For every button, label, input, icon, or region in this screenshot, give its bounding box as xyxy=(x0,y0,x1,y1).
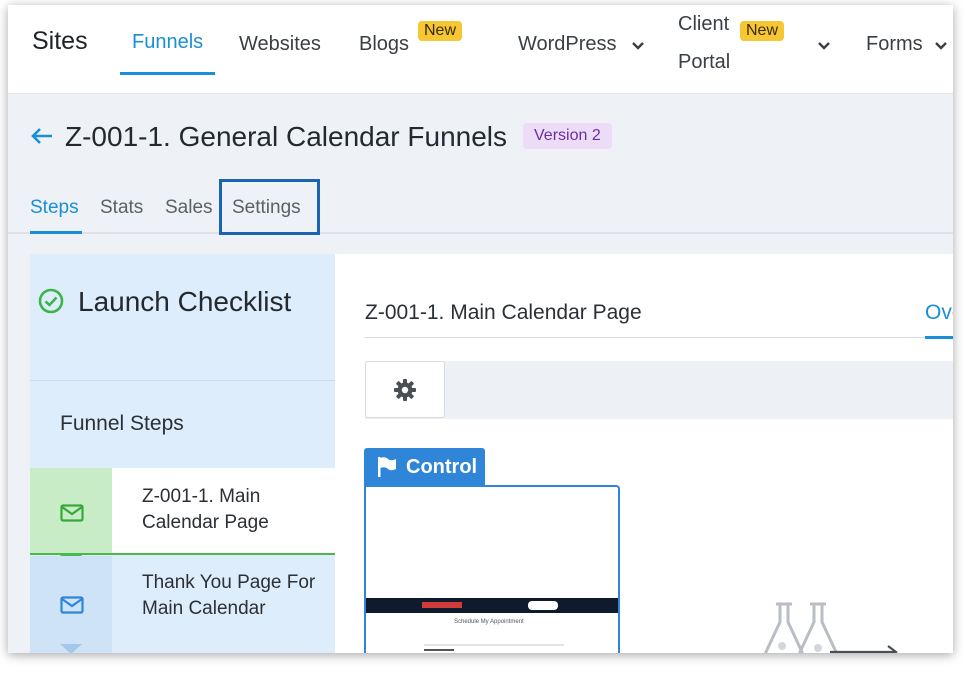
settings-highlight-box xyxy=(219,179,320,235)
nav-funnels[interactable]: Funnels xyxy=(132,31,203,54)
thumbnail-line xyxy=(424,649,454,651)
thumbnail-line xyxy=(424,644,564,646)
page-title: Z-001-1. General Calendar Funnels xyxy=(65,121,508,152)
sidebar-step-main-calendar[interactable]: Z-001-1. Main Calendar Page xyxy=(112,468,335,554)
chevron-down-icon[interactable] xyxy=(816,38,832,54)
step-icon-strip-active[interactable] xyxy=(30,468,112,554)
mail-icon xyxy=(60,504,84,522)
blogs-new-badge: New xyxy=(418,21,463,41)
tab-steps[interactable]: Steps xyxy=(30,197,79,219)
tab-stats[interactable]: Stats xyxy=(100,197,143,219)
step-icon-strip[interactable] xyxy=(30,556,112,653)
page-thumbnail[interactable]: Schedule My Appointment xyxy=(364,485,620,653)
split-test-flask-icon xyxy=(764,602,898,653)
launch-checklist-label: Launch Checklist xyxy=(78,286,292,317)
step-title: Z-001-1. Main Calendar Page xyxy=(365,301,642,324)
nav-blogs[interactable]: Blogs xyxy=(359,33,409,56)
sidebar-step-thank-you[interactable]: Thank You Page For Main Calendar xyxy=(142,570,322,622)
app-frame: Sites Funnels Websites Blogs New WordPre… xyxy=(8,5,953,653)
thumbnail-button xyxy=(528,601,558,610)
flag-icon xyxy=(378,457,396,477)
title-divider xyxy=(365,337,925,338)
nav-brand: Sites xyxy=(32,27,88,55)
thumbnail-subtitle: Schedule My Appointment xyxy=(454,619,524,625)
thumbnail-header-bar xyxy=(366,598,618,613)
funnel-steps-heading: Funnel Steps xyxy=(60,412,184,435)
nav-active-underline xyxy=(120,72,215,75)
mail-icon xyxy=(60,596,84,614)
tab-sales[interactable]: Sales xyxy=(165,197,213,219)
chevron-down-icon[interactable] xyxy=(630,38,646,54)
top-nav: Sites Funnels Websites Blogs New WordPre… xyxy=(8,5,953,94)
nav-client-portal-line2[interactable]: Portal xyxy=(678,51,730,74)
check-circle-icon xyxy=(38,288,64,314)
control-variant-tab[interactable]: Control xyxy=(364,448,485,486)
tab-overview[interactable]: Ove xyxy=(925,301,953,325)
tab-active-underline xyxy=(30,231,82,234)
funnel-header xyxy=(8,94,953,234)
step-label: Z-001-1. Main Calendar Page xyxy=(142,486,269,533)
launch-checklist[interactable]: Launch Checklist xyxy=(38,284,298,319)
nav-wordpress[interactable]: WordPress xyxy=(518,33,617,56)
toolbar xyxy=(365,361,953,419)
back-arrow-icon[interactable] xyxy=(30,127,54,145)
nav-forms[interactable]: Forms xyxy=(866,33,923,56)
thumbnail-logo xyxy=(422,602,462,608)
sidebar-divider xyxy=(30,380,335,381)
step-pointer xyxy=(60,644,82,653)
gear-icon xyxy=(394,379,416,401)
nav-websites[interactable]: Websites xyxy=(239,33,321,56)
nav-client-portal-line1[interactable]: Client xyxy=(678,13,729,36)
client-portal-new-badge: New xyxy=(740,21,785,41)
control-label: Control xyxy=(406,456,478,478)
overview-tab-underline xyxy=(925,336,953,339)
version-badge[interactable]: Version 2 xyxy=(523,123,612,149)
chevron-down-icon[interactable] xyxy=(933,38,949,54)
